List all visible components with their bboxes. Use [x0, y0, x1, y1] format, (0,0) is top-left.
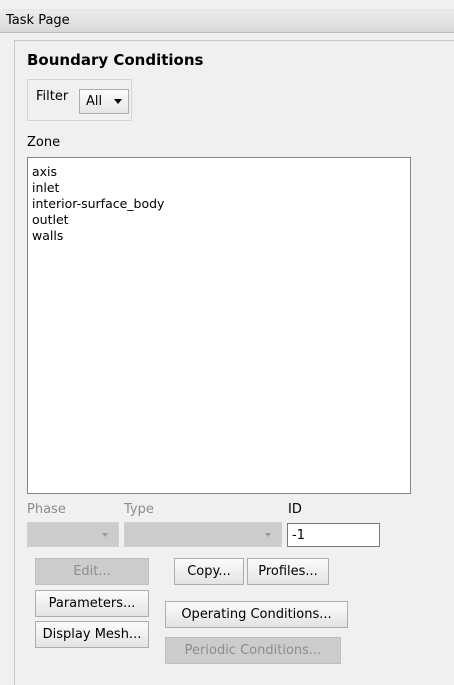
- task-page-title-bar: Task Page: [0, 9, 454, 33]
- zone-list-item-inlet[interactable]: inlet: [32, 180, 406, 196]
- task-page-title: Task Page: [6, 13, 70, 28]
- type-dropdown[interactable]: [124, 522, 282, 547]
- chevron-down-icon: [265, 533, 271, 537]
- id-field[interactable]: [287, 523, 380, 547]
- chevron-down-icon: [114, 99, 122, 104]
- zone-label: Zone: [27, 135, 61, 150]
- filter-label: Filter: [36, 89, 69, 104]
- copy-button[interactable]: Copy...: [174, 558, 244, 585]
- edit-button[interactable]: Edit...: [35, 558, 149, 585]
- zone-list-item-outlet[interactable]: outlet: [32, 212, 406, 228]
- operating-conditions-button[interactable]: Operating Conditions...: [165, 601, 348, 628]
- zone-list-item-axis[interactable]: axis: [32, 164, 406, 180]
- filter-dropdown[interactable]: All: [79, 89, 129, 114]
- profiles-button[interactable]: Profiles...: [247, 558, 329, 585]
- id-label: ID: [288, 502, 302, 517]
- phase-label: Phase: [27, 502, 66, 517]
- periodic-conditions-button[interactable]: Periodic Conditions...: [165, 637, 341, 664]
- phase-dropdown[interactable]: [27, 522, 119, 547]
- panel-heading: Boundary Conditions: [27, 51, 204, 69]
- parameters-button[interactable]: Parameters...: [35, 590, 149, 617]
- filter-selected-value: All: [86, 94, 103, 109]
- task-page-window: Task Page Boundary Conditions Filter All…: [0, 0, 454, 685]
- zone-list-item-walls[interactable]: walls: [32, 228, 406, 244]
- zone-list-item-interior-surface-body[interactable]: interior-surface_body: [32, 196, 406, 212]
- display-mesh-button[interactable]: Display Mesh...: [35, 621, 149, 648]
- zone-list[interactable]: axis inlet interior-surface_body outlet …: [27, 157, 411, 494]
- type-label: Type: [124, 502, 154, 517]
- chevron-down-icon: [102, 533, 108, 537]
